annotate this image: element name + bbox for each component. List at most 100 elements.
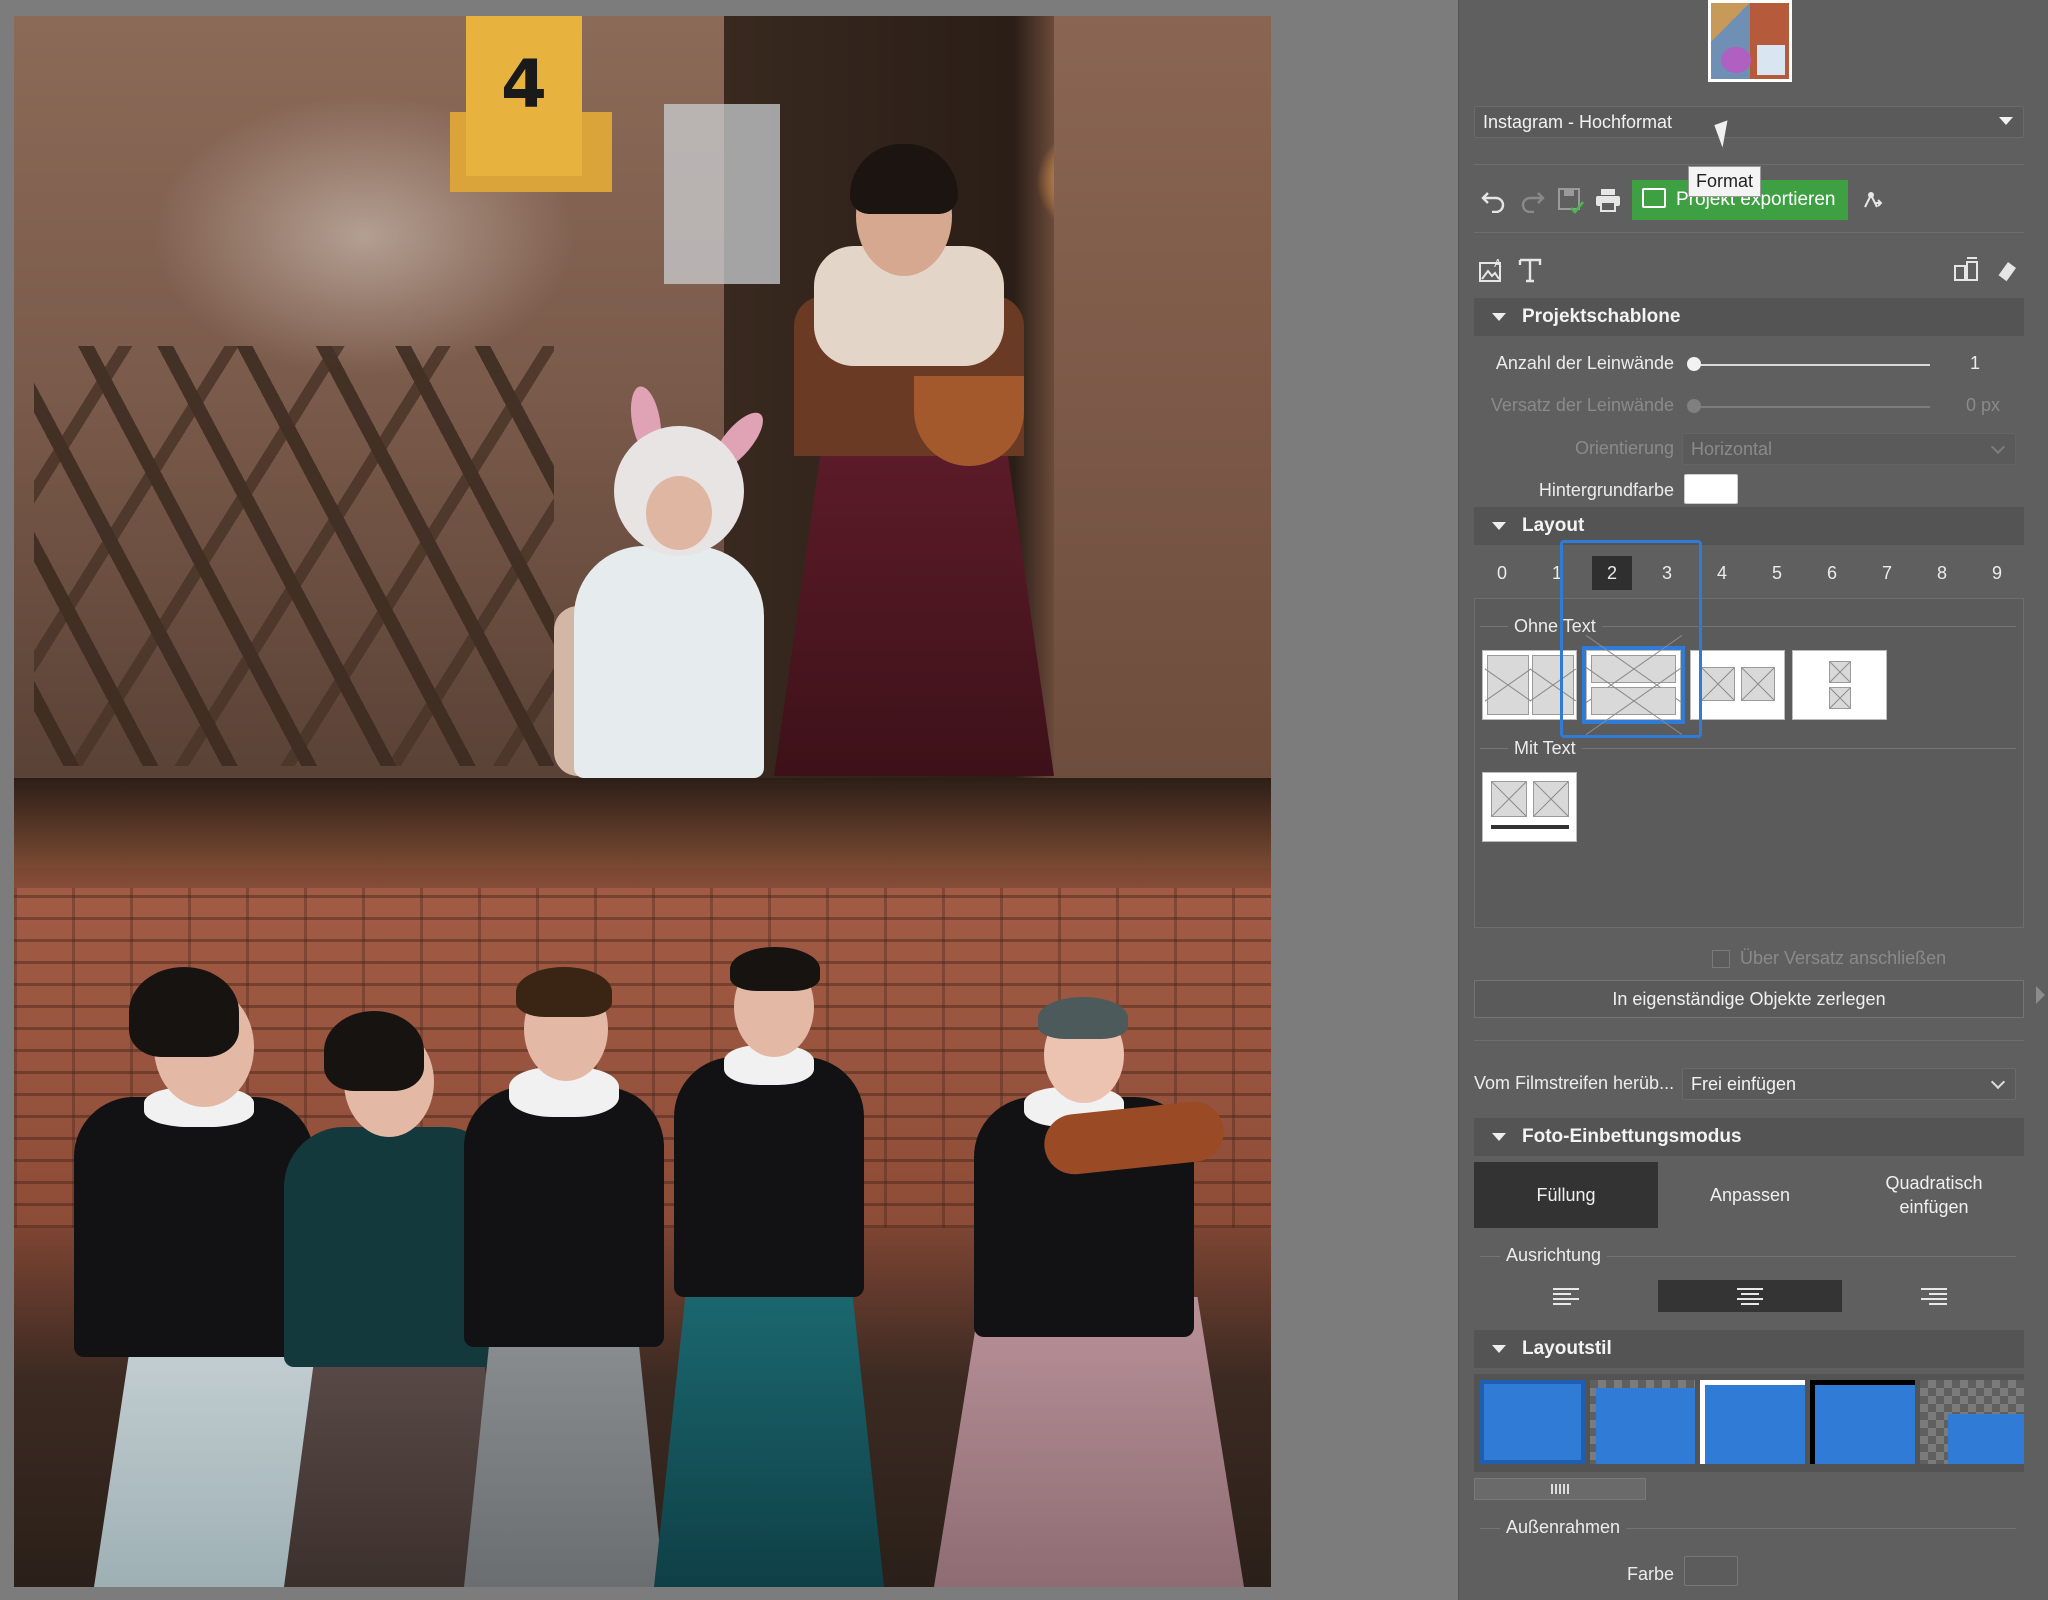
number-sign: 4 bbox=[466, 16, 582, 176]
save-icon[interactable] bbox=[1554, 184, 1586, 216]
export-icon bbox=[1642, 188, 1666, 208]
scroll-grip-icon bbox=[1551, 1484, 1569, 1494]
singer-4 bbox=[654, 947, 884, 1587]
divider bbox=[1474, 164, 2024, 165]
stacked-logs bbox=[34, 346, 554, 766]
versatz-label: Versatz der Leinwände bbox=[1490, 395, 1674, 415]
mit-text-label: Mit Text bbox=[1508, 738, 1582, 759]
anzahl-slider-knob[interactable] bbox=[1687, 357, 1701, 371]
layoutstil-header[interactable]: Layoutstil bbox=[1474, 1330, 2024, 1368]
bottom-photo-slot[interactable] bbox=[14, 778, 1271, 1587]
top-photo-slot[interactable]: 4 bbox=[14, 16, 1271, 778]
layout-templates-box bbox=[1474, 598, 2024, 928]
layout-count-0[interactable]: 0 bbox=[1482, 556, 1522, 590]
svg-text:A: A bbox=[1494, 257, 1502, 270]
layout-template-two-stacked-squares[interactable] bbox=[1792, 650, 1887, 720]
ueber-versatz-checkbox[interactable] bbox=[1712, 950, 1730, 968]
aussenrahmen-color-swatch[interactable] bbox=[1684, 1556, 1738, 1586]
layout-title: Layout bbox=[1522, 515, 1585, 536]
chevron-down-icon bbox=[1990, 1074, 2006, 1090]
align-center-icon bbox=[1737, 1288, 1763, 1305]
hintergrund-label: Hintergrundfarbe bbox=[1538, 480, 1674, 500]
layout-count-8[interactable]: 8 bbox=[1922, 556, 1962, 590]
versatz-value: 0 px bbox=[1966, 395, 2001, 415]
mode-quadratisch-button[interactable]: Quadratisch einfügen bbox=[1842, 1162, 2026, 1228]
layout-count-9[interactable]: 9 bbox=[1977, 556, 2017, 590]
collapse-triangle-icon bbox=[1492, 522, 1506, 530]
mode-fuellung-button[interactable]: Füllung bbox=[1474, 1162, 1658, 1228]
layout-count-5[interactable]: 5 bbox=[1757, 556, 1797, 590]
layout-style-black-frame[interactable] bbox=[1810, 1380, 1915, 1464]
thumbnail-image bbox=[1711, 3, 1789, 79]
layoutstil-scrollbar[interactable] bbox=[1474, 1478, 1646, 1500]
wooden-roof bbox=[14, 778, 1271, 868]
collapse-triangle-icon bbox=[1492, 1345, 1506, 1353]
singer-violinist bbox=[934, 997, 1244, 1587]
layout-style-offset[interactable] bbox=[1948, 1414, 2024, 1464]
format-select-value: Instagram - Hochformat bbox=[1483, 112, 1673, 132]
versatz-slider-track[interactable] bbox=[1694, 406, 1930, 408]
aussenrahmen-label: Außenrahmen bbox=[1500, 1517, 1627, 1538]
align-left-icon bbox=[1553, 1288, 1579, 1305]
anzahl-slider-track[interactable] bbox=[1694, 364, 1930, 366]
layout-style-gap[interactable] bbox=[1596, 1388, 1695, 1464]
orientierung-value: Horizontal bbox=[1691, 439, 1773, 459]
layout-header[interactable]: Layout bbox=[1474, 507, 2024, 545]
align-right-button[interactable] bbox=[1842, 1280, 2026, 1312]
projektschablone-title: Projektschablone bbox=[1522, 306, 1681, 327]
image-text-icon[interactable]: A bbox=[1476, 254, 1508, 286]
versatz-slider-knob[interactable] bbox=[1687, 399, 1701, 413]
layout-style-white-frame[interactable] bbox=[1700, 1380, 1805, 1464]
singer-3 bbox=[454, 967, 674, 1587]
farbe-label: Farbe bbox=[1626, 1564, 1674, 1584]
divider bbox=[1474, 232, 2024, 233]
hintergrund-color-swatch[interactable] bbox=[1684, 474, 1738, 504]
align-center-button[interactable] bbox=[1658, 1280, 1842, 1312]
collapse-triangle-icon bbox=[1492, 313, 1506, 321]
layout-count-4[interactable]: 4 bbox=[1702, 556, 1742, 590]
align-left-button[interactable] bbox=[1474, 1280, 1658, 1312]
collapse-triangle-icon bbox=[1492, 1133, 1506, 1141]
eraser-icon[interactable] bbox=[1990, 254, 2022, 286]
align-right-icon bbox=[1921, 1288, 1947, 1305]
text-bar bbox=[1491, 825, 1569, 829]
ungroup-icon[interactable] bbox=[1950, 254, 1982, 286]
layout-style-plain[interactable] bbox=[1480, 1380, 1585, 1464]
canvas-area[interactable]: 4 bbox=[0, 0, 1458, 1600]
sign-number: 4 bbox=[501, 46, 547, 123]
notice-paper bbox=[664, 104, 780, 284]
layout-count-6[interactable]: 6 bbox=[1812, 556, 1852, 590]
text-icon[interactable] bbox=[1514, 254, 1546, 286]
anzahl-label: Anzahl der Leinwände bbox=[1495, 353, 1674, 373]
projektschablone-header[interactable]: Projektschablone bbox=[1474, 298, 2024, 336]
print-icon[interactable] bbox=[1592, 184, 1624, 216]
ueber-versatz-label: Über Versatz anschließen bbox=[1740, 948, 1947, 968]
share-icon[interactable] bbox=[1856, 184, 1888, 216]
format-tooltip: Format bbox=[1688, 166, 1762, 197]
woman-figure bbox=[774, 136, 1054, 776]
project-thumbnail[interactable] bbox=[1708, 0, 1792, 82]
brick-wall-right bbox=[1054, 16, 1271, 778]
chevron-down-icon bbox=[1999, 117, 2013, 125]
panel-expand-arrow-icon[interactable] bbox=[2036, 986, 2045, 1004]
anzahl-value: 1 bbox=[1970, 353, 1981, 373]
filmstreifen-label: Vom Filmstreifen herüb... bbox=[1474, 1073, 1675, 1093]
orientierung-select[interactable]: Horizontal bbox=[1682, 433, 2016, 465]
layoutstil-title: Layoutstil bbox=[1522, 1338, 1612, 1359]
layout-template-two-squares-with-text[interactable] bbox=[1482, 772, 1577, 842]
chevron-down-icon bbox=[1990, 439, 2006, 455]
einbettung-header[interactable]: Foto-Einbettungsmodus bbox=[1474, 1118, 2024, 1156]
filmstreifen-select[interactable]: Frei einfügen bbox=[1682, 1068, 2016, 1100]
zerlegen-button[interactable]: In eigenständige Objekte zerlegen bbox=[1474, 980, 2024, 1018]
filmstreifen-value: Frei einfügen bbox=[1691, 1074, 1797, 1094]
undo-icon[interactable] bbox=[1478, 184, 1510, 216]
project-canvas[interactable]: 4 bbox=[14, 16, 1271, 1587]
mode-anpassen-button[interactable]: Anpassen bbox=[1658, 1162, 1842, 1228]
zerlegen-label: In eigenständige Objekte zerlegen bbox=[1612, 988, 1886, 1009]
layout-count-7[interactable]: 7 bbox=[1867, 556, 1907, 590]
selection-highlight-frame bbox=[1560, 540, 1702, 738]
divider bbox=[1474, 1040, 2024, 1041]
layout-template-two-squares[interactable] bbox=[1690, 650, 1785, 720]
redo-icon[interactable] bbox=[1516, 184, 1548, 216]
format-select[interactable]: Instagram - Hochformat bbox=[1474, 106, 2024, 138]
